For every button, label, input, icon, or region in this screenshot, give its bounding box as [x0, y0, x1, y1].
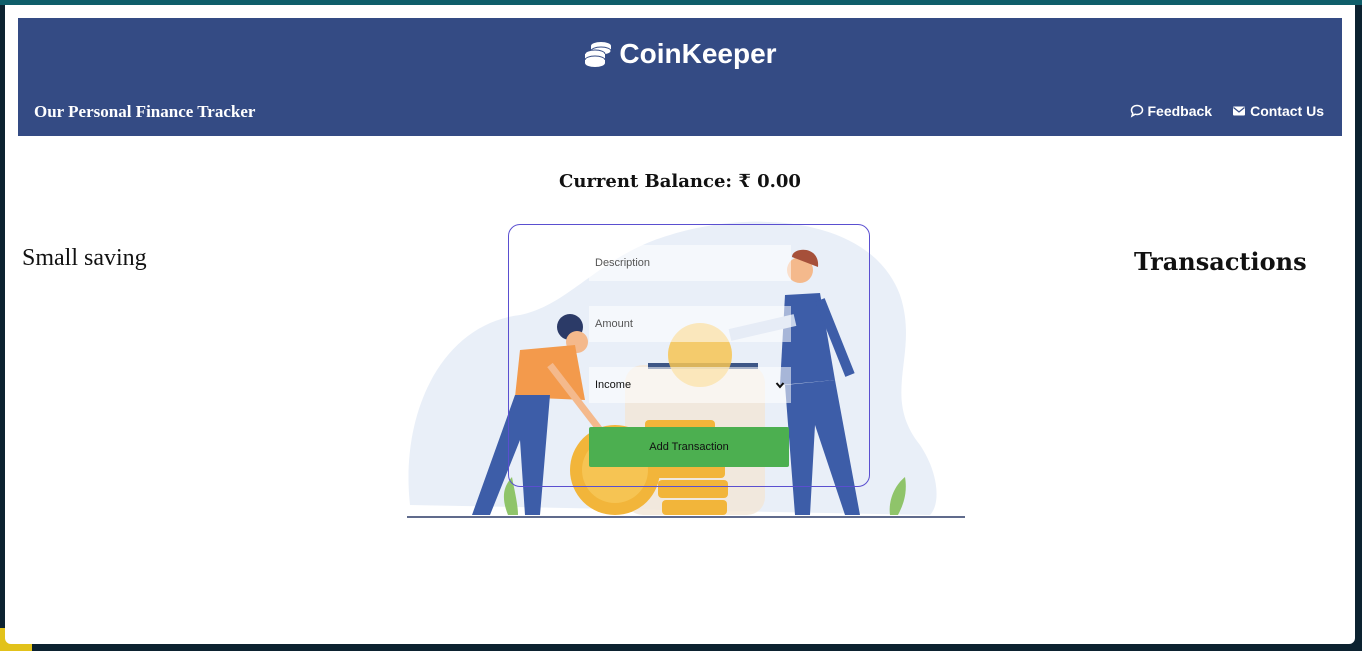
add-transaction-button[interactable]: Add Transaction — [589, 427, 789, 467]
type-select-value: Income — [595, 379, 632, 391]
description-input[interactable] — [589, 245, 791, 281]
chevron-down-icon — [775, 382, 785, 389]
type-select[interactable]: Income — [589, 367, 791, 403]
header-nav: Feedback Contact Us — [1130, 103, 1324, 119]
transactions-title: Transactions — [1134, 247, 1307, 276]
current-balance: Current Balance: ₹ 0.00 — [559, 171, 801, 192]
feedback-label: Feedback — [1147, 103, 1213, 119]
envelope-icon — [1233, 106, 1246, 116]
tagline: Our Personal Finance Tracker — [34, 102, 256, 121]
contact-link[interactable]: Contact Us — [1232, 103, 1324, 119]
small-saving-title: Small saving — [22, 245, 147, 271]
chat-bubble-icon — [1130, 104, 1143, 118]
amount-input[interactable] — [589, 306, 791, 342]
page-frame: CoinKeeper Our Personal Finance Tracker … — [5, 5, 1355, 644]
brand-name: CoinKeeper — [619, 38, 777, 69]
coins-icon — [584, 42, 612, 67]
feedback-link[interactable]: Feedback — [1130, 103, 1213, 119]
contact-label: Contact Us — [1250, 103, 1324, 119]
site-header: CoinKeeper Our Personal Finance Tracker … — [18, 18, 1342, 136]
transaction-form: Income Add Transaction — [508, 224, 870, 487]
brand[interactable]: CoinKeeper — [18, 38, 1342, 70]
